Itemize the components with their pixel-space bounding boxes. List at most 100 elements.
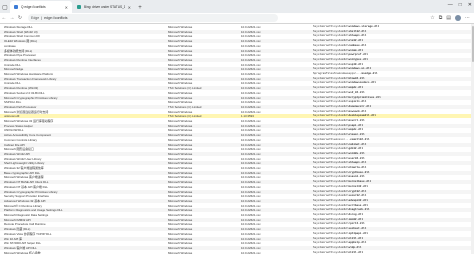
module-path: %systemroot%\system32\sspicli.dll xyxy=(313,100,473,104)
module-file: ole32.dll xyxy=(348,39,363,43)
tab-actions-icon[interactable]: ▢ xyxy=(0,2,10,13)
table-row: SSPICLI.DLL Microsoft Windows 10.0.22621.x… xyxy=(0,100,474,104)
module-dir: %systemroot%\system32\ xyxy=(313,104,349,108)
refresh-icon[interactable]: ↻ xyxy=(16,14,24,23)
module-name: OLE32 Windows 图 (DLL) xyxy=(4,39,38,44)
module-path: %systemroot%\system32\shell32.dll xyxy=(313,30,473,34)
module-company: TSC Solutions (C) Limited xyxy=(168,114,202,119)
module-name: Win NT/2000 API helper DLL xyxy=(4,241,42,246)
module-file: bcryptprimitives.dll xyxy=(348,95,381,99)
module-version: 10.0.22621.xxx xyxy=(241,147,261,152)
module-company: Microsoft Windows xyxy=(168,57,193,62)
table-row: Base cryptographic API DLL Microsoft Wind… xyxy=(0,170,474,175)
module-file: comctl32.dll xyxy=(350,137,370,141)
module-dir: %systemroot%\system32\ xyxy=(313,180,349,184)
plus-icon[interactable]: + xyxy=(136,2,144,13)
module-file: cabinet.dll xyxy=(348,142,367,146)
module-dir: %systemroot%\system32\ xyxy=(313,34,349,38)
module-file: user32.dll xyxy=(348,156,365,160)
puzzle-icon[interactable]: ⧉ xyxy=(439,15,443,21)
module-version: 10.0.22621.xxx xyxy=(241,100,261,105)
avatar[interactable] xyxy=(455,15,461,21)
ellipsis-icon[interactable]: ⋯ xyxy=(465,15,470,21)
module-name: Advanced Windows 32 基本 API xyxy=(4,198,46,203)
module-name: UNIXLOW.DLL xyxy=(4,128,24,133)
table-row: Windows.Storage.DLL Microsoft Windows 10.0… xyxy=(0,25,474,29)
module-version: 10.0.22621.xxx xyxy=(241,29,261,34)
module-company: Microsoft Windows xyxy=(168,142,193,147)
module-name: Microsoft Windows 核心函数 xyxy=(4,250,41,254)
module-dir: %systemroot%\system32\ xyxy=(313,245,349,249)
star-icon[interactable]: ☆ xyxy=(430,15,434,21)
tab-search[interactable]: Bing: driver under STATUS_DEV... ✕ xyxy=(73,1,135,13)
table-row: 多媒体功能支持 (DLL) Microsoft Windows 10.0.22621… xyxy=(0,48,474,53)
module-file: msasn1.dll xyxy=(348,175,365,179)
module-version: 10.0.22621.xxx xyxy=(241,156,261,161)
module-path: %systemroot%\system32\umpdc.dll xyxy=(313,128,473,132)
module-path: %systemroot%\system32\winmm.dll xyxy=(313,49,473,53)
module-path: %systemroot%\system32\imm32.dll xyxy=(313,218,473,222)
close-icon[interactable]: ✕ xyxy=(128,5,131,10)
module-version: 10.0.22621.xxx xyxy=(241,180,261,185)
module-path: %systemroot%\system32\windowscodecs.dll xyxy=(313,81,473,85)
module-version: 10.0.22621.xxx xyxy=(241,128,261,133)
module-company: Microsoft Windows xyxy=(168,166,193,170)
module-company: Microsoft Windows xyxy=(168,29,193,34)
module-company: Microsoft Windows xyxy=(168,48,193,53)
module-dir: %systemroot%\system32\ xyxy=(313,133,349,137)
minimize-button[interactable]: — xyxy=(448,2,453,8)
module-company: Microsoft Windows xyxy=(168,151,193,156)
module-company: Microsoft Windows xyxy=(168,231,193,236)
module-version: 10.0.22621.xxx xyxy=(241,72,261,76)
close-window-button[interactable]: ✕ xyxy=(468,2,472,8)
module-path: %systemroot%\system32\shlwapi.dll xyxy=(313,34,473,38)
navigation-bar: ← → ↻ Edge | edge://conflicts ☆ ⧉ ▤ ⋯ xyxy=(0,13,474,24)
module-version: 10.0.22621.xxx xyxy=(241,104,261,109)
tab-title: Q edge://conflicts xyxy=(21,5,46,9)
maximize-button[interactable]: □ xyxy=(459,2,462,8)
module-name: Windows 客户端 API DLL xyxy=(4,245,37,250)
table-row: Windows Socket 2.0 32-Bit DLL Microsoft W… xyxy=(0,91,474,95)
tab-conflicts[interactable]: Q edge://conflicts ✕ xyxy=(10,1,72,13)
collections-icon[interactable]: ▤ xyxy=(446,15,451,21)
module-file: msedge.dll xyxy=(361,72,378,75)
module-version: 10.0.22621.xxx xyxy=(241,250,261,254)
module-dir: %systemroot%\system32\ xyxy=(313,217,349,221)
module-dir: %systemroot%\system32\ xyxy=(313,231,349,235)
module-version: 10.0.22621.xxx xyxy=(241,161,261,166)
module-version: 10.0.22621.xxx xyxy=(241,208,261,213)
module-dir: %systemroot%\system32\ xyxy=(313,156,349,160)
back-arrow-icon[interactable]: ← xyxy=(0,14,8,23)
forward-arrow-icon[interactable]: → xyxy=(8,14,16,23)
module-version: 10.0.22621.xxx xyxy=(241,217,261,222)
table-row: Windows Path Processor TSC Solutions (C) … xyxy=(0,104,474,109)
tab-strip: ▢ Q edge://conflicts ✕ Bing: driver unde… xyxy=(0,0,474,13)
module-version: 10.0.22621.xxx xyxy=(241,213,261,217)
table-row: Unicode DLL Microsoft Windows 10.0.22621.x… xyxy=(0,81,474,85)
scrollbar-thumb[interactable] xyxy=(471,26,474,62)
module-dir: %systemroot%\system32\ xyxy=(313,198,349,202)
module-path: %systemroot%\system32\powrprof.dll xyxy=(313,53,473,57)
module-company: Microsoft Windows xyxy=(168,170,193,175)
module-name: Windows Pipe Processor xyxy=(4,53,37,58)
close-icon[interactable]: ✕ xyxy=(65,5,68,10)
address-bar[interactable]: Edge | edge://conflicts xyxy=(28,14,278,22)
module-dir: %systemroot%\system32\ xyxy=(313,142,349,146)
module-name: Microsoft 图形设备接口 xyxy=(4,147,34,152)
module-name: Common Controls Library xyxy=(4,137,37,142)
table-row: UNIXLOW.DLL Microsoft Windows 10.0.22621.x… xyxy=(0,128,474,132)
module-file: rpcrt4.dll xyxy=(348,222,365,226)
module-company: Microsoft Windows xyxy=(168,147,193,152)
module-file: iphlpapi.dll xyxy=(348,231,368,235)
module-company: Microsoft Windows xyxy=(168,241,193,246)
table-row: Windows 客户端 API DLL Microsoft Windows 10.0… xyxy=(0,245,474,250)
module-version: 10.0.22621.xxx xyxy=(241,81,261,86)
module-version: 10.0.22621.xxx xyxy=(241,170,261,175)
table-row: Microsoft 浏览器连接器运行时支持 Microsoft Windows 10… xyxy=(0,110,474,114)
module-name: Microsoft Diagnostic Data Settings xyxy=(4,213,49,217)
module-version: 10.0.22621.xxx xyxy=(241,245,261,250)
module-company: Microsoft Windows xyxy=(168,62,193,67)
module-path: %systemroot%\system32\ole32.dll xyxy=(313,39,473,43)
url-text[interactable]: edge://conflicts xyxy=(44,16,67,20)
module-name: Microsoft IMM32 API xyxy=(4,217,31,222)
